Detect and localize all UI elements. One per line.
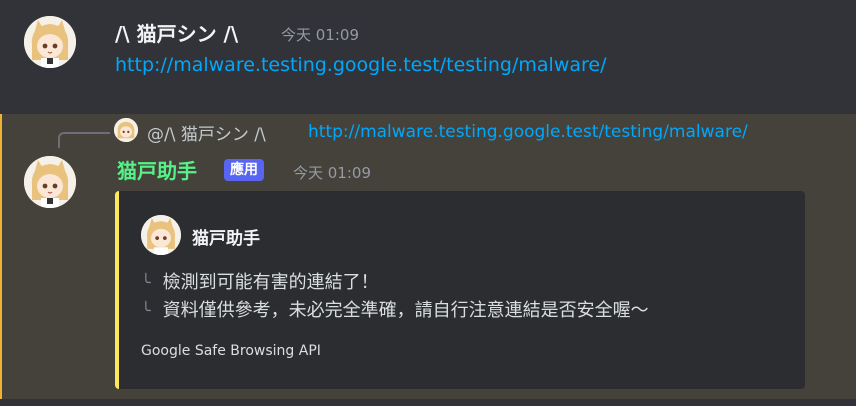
reply-avatar[interactable] [114,118,138,142]
avatar-catgirl-icon [24,16,76,68]
embed-line-text: 檢測到可能有害的連結了！ [162,272,379,293]
reply-connector [58,132,110,148]
message-2-highlighted: @/\ 猫戸シン /\ http://malware.testing.googl… [0,114,856,399]
username[interactable]: /\ 猫戸シン /\ [115,18,238,47]
embed-description-line: ╰ 檢測到可能有害的連結了！ [141,268,379,294]
avatar-catgirl-icon [114,118,138,142]
branch-icon: ╰ [141,301,151,320]
avatar-catgirl-icon [141,215,181,255]
reply-link[interactable]: http://malware.testing.google.test/testi… [308,122,748,142]
timestamp: 今天 01:09 [293,164,371,182]
message-area-bottom [0,399,856,406]
embed-author-avatar [141,215,181,255]
embed-card: 猫戸助手 ╰ 檢測到可能有害的連結了！ ╰ 資料僅供參考，未必完全準確，請自行注意連… [115,191,805,389]
user-avatar[interactable] [24,16,76,68]
branch-icon: ╰ [141,273,151,292]
embed-author-name: 猫戸助手 [192,229,260,249]
embed-footer: Google Safe Browsing API [141,343,321,359]
bot-avatar[interactable] [24,156,76,208]
timestamp: 今天 01:09 [281,26,359,44]
embed-description-line: ╰ 資料僅供參考，未必完全準確，請自行注意連結是否安全喔～ [141,296,649,322]
message-link[interactable]: http://malware.testing.google.test/testi… [115,54,607,76]
app-badge: 應用 [224,159,264,181]
bot-username[interactable]: 猫戸助手 [117,155,197,184]
message-1: /\ 猫戸シン /\ 今天 01:09 http://malware.testi… [0,0,856,106]
embed-line-text: 資料僅供參考，未必完全準確，請自行注意連結是否安全喔～ [162,300,649,321]
avatar-catgirl-icon [24,156,76,208]
reply-mention[interactable]: @/\ 猫戸シン /\ [147,120,266,145]
